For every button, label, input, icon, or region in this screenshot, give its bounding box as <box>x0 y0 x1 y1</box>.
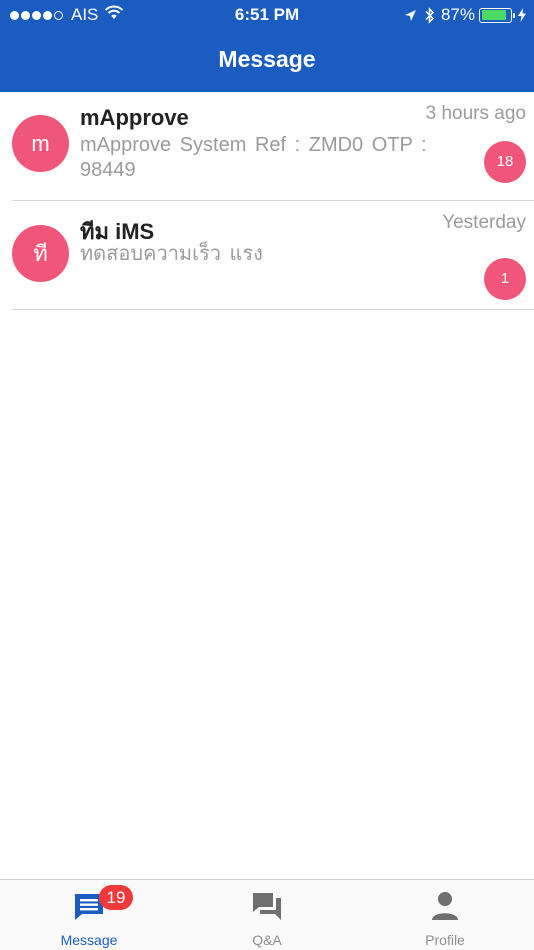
app-header: AIS 6:51 PM 87% Message <box>0 0 534 92</box>
location-arrow-icon <box>404 9 417 22</box>
charging-bolt-icon <box>518 8 526 22</box>
message-preview: ทดสอบความเร็ว แรง <box>80 243 263 265</box>
message-preview: mApprove System Ref : ZMD0 OTP : 98449 <box>80 134 427 181</box>
sender-name: mApprove <box>80 105 189 130</box>
unread-count-badge: 18 <box>484 141 526 183</box>
chat-bubbles-icon <box>178 890 356 924</box>
page-title: Message <box>218 46 316 72</box>
message-time: 3 hours ago <box>425 103 526 124</box>
message-row[interactable]: ที ทีม iMS ทดสอบความเร็ว แรง Yesterday 1 <box>12 201 534 310</box>
tab-label: Message <box>60 932 118 948</box>
message-list-icon <box>0 890 178 924</box>
tab-label: Q&A <box>252 932 282 948</box>
tab-profile[interactable]: Profile <box>356 880 534 950</box>
tab-badge: 19 <box>99 885 133 910</box>
tab-label: Profile <box>425 932 465 948</box>
bluetooth-icon <box>425 6 435 24</box>
tab-qa[interactable]: Q&A <box>178 880 356 950</box>
message-row[interactable]: m mApprove mApprove System Ref : ZMD0 OT… <box>12 92 534 201</box>
tab-message[interactable]: 19 Message <box>0 880 178 950</box>
status-right: 87% <box>404 5 526 25</box>
avatar: ที <box>12 225 69 282</box>
tab-bar: 19 Message Q&A Profile <box>0 879 534 950</box>
avatar: m <box>12 115 69 172</box>
person-icon <box>356 890 534 924</box>
battery-icon <box>479 7 515 23</box>
status-bar: AIS 6:51 PM 87% <box>0 0 534 32</box>
message-time: Yesterday <box>442 212 526 233</box>
message-list: m mApprove mApprove System Ref : ZMD0 OT… <box>0 92 534 310</box>
battery-percent: 87% <box>440 5 475 24</box>
unread-count-badge: 1 <box>484 258 526 300</box>
